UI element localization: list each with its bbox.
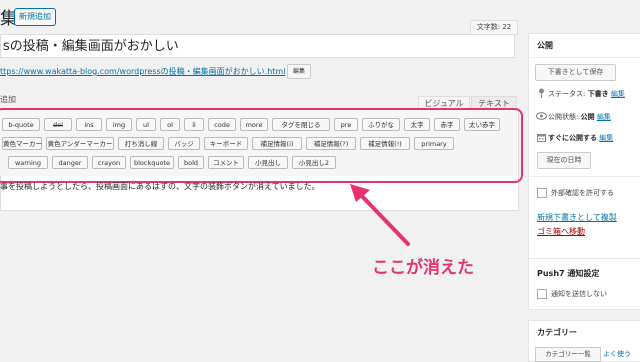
- copy-as-draft-link[interactable]: 新規下書きとして複製: [537, 212, 617, 223]
- status-edit-link[interactable]: 編集: [611, 90, 625, 98]
- post-body-text[interactable]: 事を投稿しようとしたら、投稿画面にあるはずの、文字の装飾ボタンが消えていました。: [0, 181, 320, 192]
- status-value: 下書き: [587, 90, 609, 98]
- add-media-button[interactable]: 追加: [0, 94, 16, 105]
- eye-icon: [536, 112, 547, 120]
- publish-divider: [528, 176, 640, 177]
- word-count: 文字数: 22: [470, 20, 518, 35]
- push7-checkbox-label: 通知を送信しない: [551, 290, 607, 298]
- schedule-row: すぐに公開する 編集: [548, 133, 613, 143]
- status-row: ステータス: 下書き 編集: [548, 89, 625, 99]
- visibility-value: 公開: [580, 113, 595, 121]
- schedule-label: すぐに公開する: [548, 134, 597, 142]
- status-label: ステータス:: [548, 90, 586, 98]
- schedule-edit-link[interactable]: 編集: [599, 134, 613, 142]
- permalink-link[interactable]: ttps://www.wakatta-blog.com/wordpressの投稿…: [0, 66, 285, 77]
- calendar-icon: [537, 134, 546, 142]
- visibility-row: 公開状態: 公開 編集: [548, 112, 611, 122]
- annotation-text: ここが消えた: [372, 258, 474, 278]
- current-datetime-button[interactable]: 現在の日時: [537, 152, 591, 169]
- push7-box: [528, 258, 640, 310]
- visibility-label: 公開状態:: [548, 113, 579, 121]
- external-confirm-label: 外部確認を許可する: [551, 189, 614, 197]
- post-title-input[interactable]: sの投稿・編集画面がおかしい: [0, 34, 515, 58]
- visibility-edit-link[interactable]: 編集: [597, 113, 611, 121]
- annotation-arrow: [350, 184, 410, 246]
- category-title: カテゴリー: [537, 328, 577, 337]
- tab-popular-categories[interactable]: よく使う: [603, 349, 631, 359]
- add-new-button[interactable]: 新規追加: [14, 8, 56, 26]
- push7-checkbox[interactable]: [537, 289, 547, 299]
- save-draft-button[interactable]: 下書きとして保存: [535, 64, 616, 81]
- push7-title: Push7 通知設定: [537, 269, 600, 278]
- pin-icon: [539, 88, 544, 98]
- external-confirm-checkbox[interactable]: [537, 188, 547, 198]
- permalink-edit-button[interactable]: 編集: [287, 64, 311, 79]
- move-to-trash-link[interactable]: ゴミ箱へ移動: [537, 226, 585, 237]
- publish-title: 公開: [537, 41, 553, 50]
- highlight-frame: [0, 108, 523, 183]
